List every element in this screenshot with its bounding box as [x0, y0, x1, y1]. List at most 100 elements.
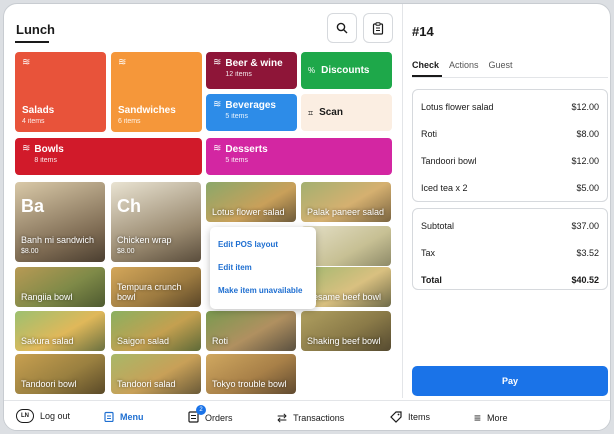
percent-icon: %: [308, 65, 316, 75]
product-roti[interactable]: Roti: [206, 311, 296, 351]
pay-button[interactable]: Pay: [412, 366, 608, 396]
order-line[interactable]: Iced tea x 2 $5.00: [413, 174, 607, 201]
line-item-name: Lotus flower salad: [421, 101, 494, 112]
order-totals-card: Subtotal $37.00 Tax $3.52 Total $40.52: [412, 208, 608, 290]
item-context-menu: Edit POS layout Edit item Make item unav…: [210, 227, 316, 309]
category-beverages[interactable]: ≋ Beverages 5 items: [206, 94, 297, 131]
product-name: Banh mi sandwich $8.00: [21, 235, 95, 255]
stack-icon: ≋: [22, 57, 31, 68]
category-label: Scan: [319, 107, 343, 118]
stack-icon: ≋: [22, 143, 31, 154]
menu-label: Menu: [120, 411, 144, 422]
product-tokyo-trouble-bowl[interactable]: Tokyo trouble bowl: [206, 354, 296, 394]
tax-row: Tax $3.52: [413, 239, 607, 266]
category-salads[interactable]: ≋ Salads 4 items: [15, 52, 106, 132]
tax-label: Tax: [421, 247, 436, 258]
tab-actions[interactable]: Actions: [449, 60, 479, 70]
total-value: $40.52: [571, 274, 599, 285]
tab-guest[interactable]: Guest: [489, 60, 513, 70]
category-desserts[interactable]: ≋ Desserts 5 items: [206, 138, 392, 175]
line-item-name: Iced tea x 2: [421, 182, 468, 193]
product-palak-paneer-salad[interactable]: Palak paneer salad: [301, 182, 391, 222]
orders-icon-wrap: 2: [188, 405, 206, 425]
total-row: Total $40.52: [413, 266, 607, 293]
product-abbr: Ch: [117, 196, 141, 216]
product-banh-mi[interactable]: Ba Banh mi sandwich $8.00: [15, 182, 105, 262]
make-item-unavailable-option[interactable]: Make item unavailable: [210, 279, 316, 302]
edit-item-option[interactable]: Edit item: [210, 256, 316, 279]
transactions-label: Transactions: [293, 413, 345, 423]
product-name: Sakura salad: [21, 336, 74, 346]
product-tandoori-bowl[interactable]: Tandoori bowl: [15, 354, 105, 394]
category-discounts[interactable]: % Discounts: [301, 52, 392, 89]
stack-icon: ≋: [213, 99, 222, 110]
logout-button[interactable]: LN Log out: [16, 409, 70, 423]
product-name: Sesame beef bowl: [307, 292, 382, 302]
category-count: 5 items: [225, 113, 248, 120]
logout-label: Log out: [40, 411, 71, 421]
category-count: 12 items: [225, 71, 252, 78]
category-sandwiches[interactable]: ≋ Sandwiches 6 items: [111, 52, 202, 132]
scan-tile[interactable]: ⌗ Scan: [301, 94, 392, 131]
order-number: #14: [412, 24, 434, 39]
search-button[interactable]: [327, 13, 357, 43]
pos-screen: Lunch ≋ Salads 4 items ≋ Sandwiches 6 it…: [3, 3, 611, 431]
product-name: Saigon salad: [117, 336, 170, 346]
line-item-name: Roti: [421, 128, 438, 139]
orders-label: Orders: [205, 413, 233, 423]
product-chicken-wrap[interactable]: Ch Chicken wrap $8.00: [111, 182, 201, 262]
clipboard-icon: [372, 21, 384, 35]
menu-title[interactable]: Lunch: [16, 22, 55, 37]
product-name: Tandoori salad: [117, 379, 176, 389]
product-sakura-salad[interactable]: Sakura salad: [15, 311, 105, 351]
category-count: 5 items: [225, 157, 248, 164]
category-count: 6 items: [118, 118, 141, 125]
menu-clipboard-icon: [104, 411, 114, 422]
category-bowls[interactable]: ≋ Bowls 8 items: [15, 138, 202, 175]
transactions-icon: ⇄: [277, 411, 288, 425]
tax-value: $3.52: [576, 247, 599, 258]
order-line[interactable]: Lotus flower salad $12.00: [413, 93, 607, 120]
product-name: Tokyo trouble bowl: [212, 379, 287, 389]
category-label: Beer & wine: [225, 58, 283, 69]
subtotal-value: $37.00: [571, 220, 599, 231]
subtotal-row: Subtotal $37.00: [413, 212, 607, 239]
more-label: More: [487, 413, 508, 423]
panel-divider: [402, 4, 403, 398]
clipboard-button[interactable]: [363, 13, 393, 43]
category-label: Sandwiches: [118, 105, 176, 116]
line-item-price: $12.00: [571, 101, 599, 112]
product-saigon-salad[interactable]: Saigon salad: [111, 311, 201, 351]
order-lines-card: Lotus flower salad $12.00 Roti $8.00 Tan…: [412, 89, 608, 202]
product-name: Shaking beef bowl: [307, 336, 381, 346]
category-beer-wine[interactable]: ≋ Beer & wine 12 items: [206, 52, 297, 89]
product-tandoori-salad[interactable]: Tandoori salad: [111, 354, 201, 394]
product-name: Palak paneer salad: [307, 207, 385, 217]
bottom-nav: LN Log out Menu 2 Orders ⇄ Transactions …: [4, 400, 610, 430]
category-label: Salads: [22, 105, 55, 116]
items-label: Items: [408, 412, 431, 422]
line-item-price: $5.00: [576, 182, 599, 193]
tabs-divider: [412, 77, 608, 78]
nav-transactions[interactable]: ⇄ Transactions: [277, 411, 344, 425]
nav-menu[interactable]: Menu: [104, 411, 144, 422]
product-abbr: Ba: [21, 196, 45, 216]
product-rangiia-bowl[interactable]: Rangiia bowl: [15, 267, 105, 307]
nav-more[interactable]: ≡ More: [474, 411, 508, 425]
nav-orders[interactable]: 2 Orders: [188, 405, 233, 425]
stack-icon: ≋: [213, 57, 222, 68]
product-name: Tandoori bowl: [21, 379, 77, 389]
product-name: Tempura crunch bowl: [117, 282, 182, 302]
hamburger-icon: ≡: [474, 411, 482, 425]
product-name: Lotus flower salad: [212, 207, 285, 217]
orders-count-badge: 2: [196, 405, 206, 415]
product-tempura-crunch-bowl[interactable]: Tempura crunch bowl: [111, 267, 201, 307]
product-shaking-beef-bowl[interactable]: Shaking beef bowl: [301, 311, 391, 351]
nav-items[interactable]: Items: [390, 411, 430, 423]
order-line[interactable]: Tandoori bowl $12.00: [413, 147, 607, 174]
edit-pos-layout-option[interactable]: Edit POS layout: [210, 233, 316, 256]
subtotal-label: Subtotal: [421, 220, 455, 231]
product-lotus-flower-salad[interactable]: Lotus flower salad: [206, 182, 296, 222]
tab-check[interactable]: Check: [412, 60, 439, 70]
order-line[interactable]: Roti $8.00: [413, 120, 607, 147]
